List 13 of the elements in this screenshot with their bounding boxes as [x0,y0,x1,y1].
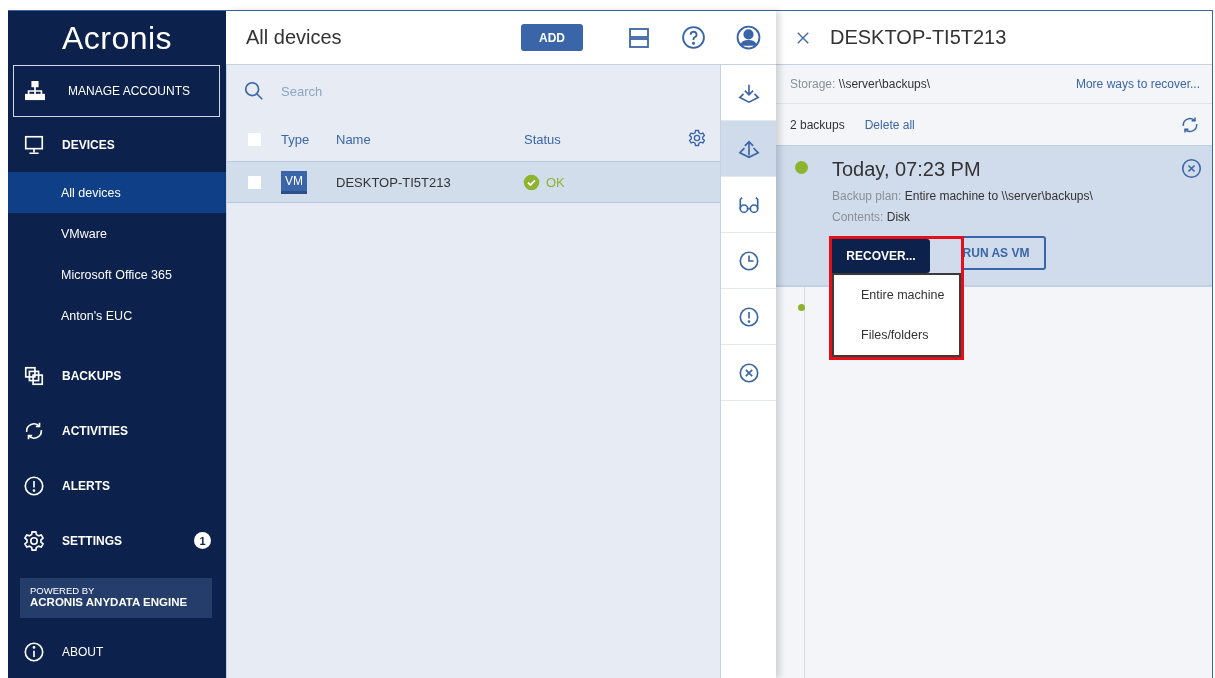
backup-contents: Contents: Disk [832,210,912,224]
notification-badge: 1 [194,532,211,549]
panel-title: DESKTOP-TI5T213 [830,26,1007,49]
backup-count: 2 backups [790,117,845,132]
acronis-logo: Acronis [61,22,173,54]
device-name: DESKTOP-TI5T213 [336,174,452,190]
backup-time: Today, 07:23 PM [832,158,982,181]
vm-type-icon: VM [281,170,307,194]
powered-by-banner: POWERED BY ACRONIS ANYDATA ENGINE [20,578,212,618]
status-text: OK [546,174,565,190]
storage-path: Storage: \\server\backups\ [790,77,931,91]
backup-plan: Backup plan: Entire machine to \\server\backups\ [832,189,1094,203]
page-title: All devices [246,26,343,49]
